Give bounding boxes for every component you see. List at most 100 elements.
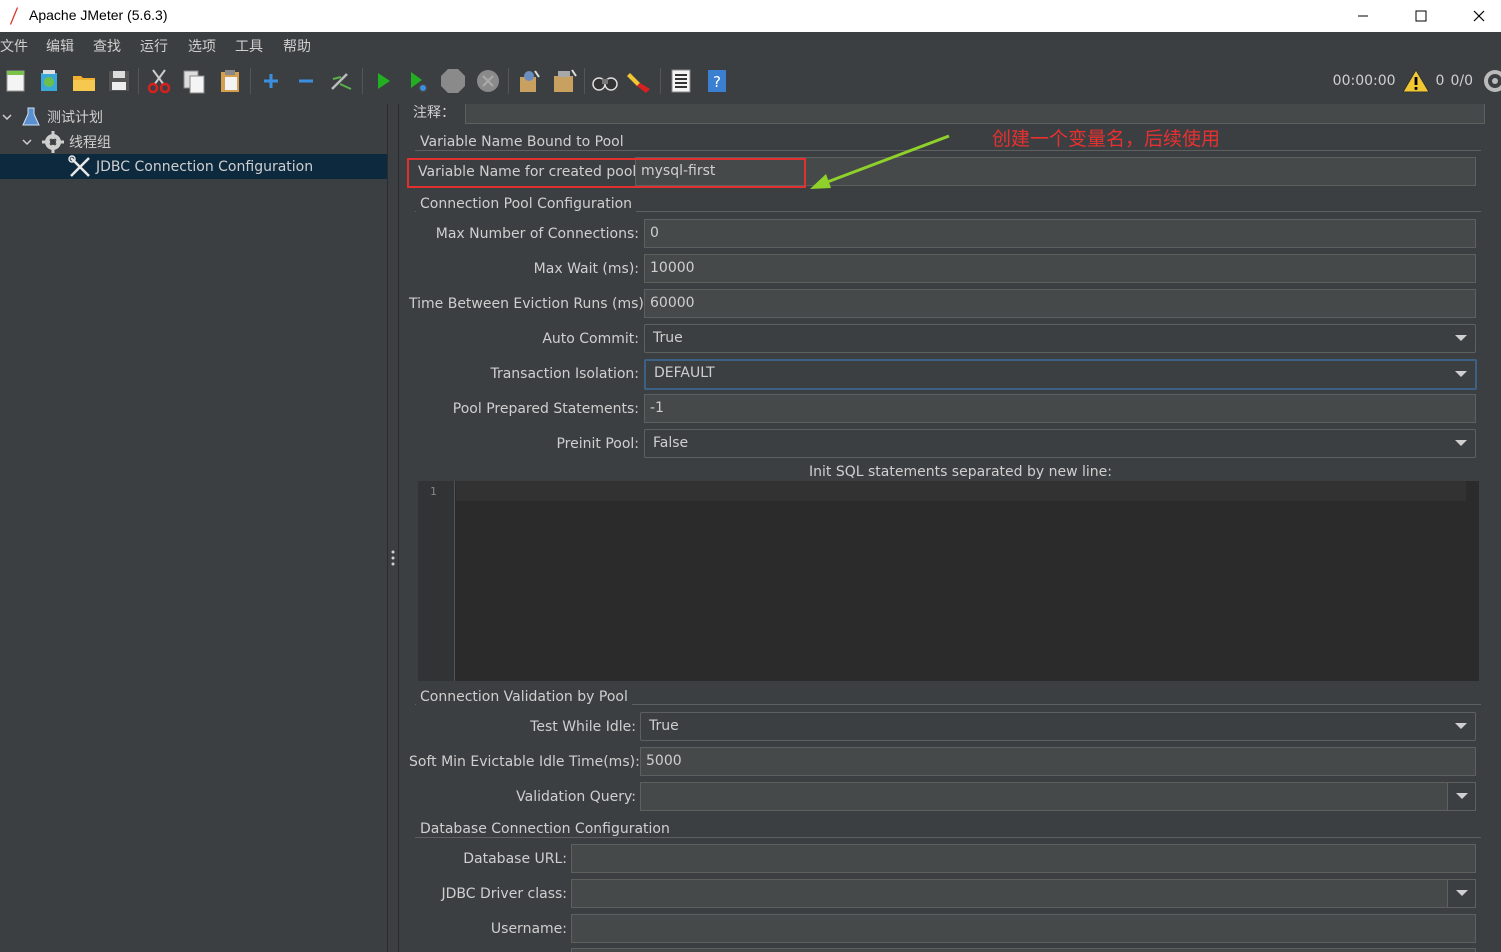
menu-search[interactable]: 查找: [93, 36, 121, 56]
max-connections-input[interactable]: 0: [644, 219, 1476, 248]
conn-pool-section-title: Connection Pool Configuration: [416, 196, 637, 212]
binoculars-icon: [592, 77, 618, 91]
templates-icon: [41, 70, 57, 91]
shutdown-button[interactable]: [474, 67, 502, 95]
plus-icon: [264, 74, 278, 88]
active-threads: 0/0: [1450, 73, 1473, 89]
password-input[interactable]: [571, 948, 1476, 952]
panel-splitter[interactable]: [387, 104, 399, 952]
minimize-button[interactable]: [1334, 0, 1392, 32]
reset-search-button[interactable]: [626, 67, 654, 95]
line-number-gutter: 1: [418, 481, 455, 681]
chevron-down-icon[interactable]: [21, 136, 33, 148]
menu-help[interactable]: 帮助: [283, 36, 311, 56]
save-button[interactable]: [105, 67, 133, 95]
function-helper-button[interactable]: [667, 67, 695, 95]
close-button[interactable]: [1450, 0, 1501, 32]
toggle-button[interactable]: [327, 67, 355, 95]
toolbar: ? 00:00:00 0 0/0: [0, 58, 1501, 104]
toolbar-separator: [660, 68, 661, 94]
play-no-pause-icon: [411, 72, 428, 93]
collapse-all-button[interactable]: [292, 67, 320, 95]
minus-icon: [299, 79, 313, 83]
init-sql-editor[interactable]: 1: [418, 481, 1479, 681]
help-button[interactable]: ?: [703, 67, 731, 95]
clear-all-broom-icon: [554, 69, 577, 92]
elapsed-timer: 00:00:00: [1332, 73, 1396, 89]
chevron-down-icon: [1456, 793, 1468, 799]
comment-label: 注释：: [413, 105, 455, 121]
toggle-wand-icon: [331, 73, 352, 90]
max-wait-input[interactable]: 10000: [644, 254, 1476, 283]
pool-prepared-input[interactable]: -1: [644, 394, 1476, 423]
tree-item-thread-group[interactable]: 线程组: [0, 129, 387, 154]
templates-button[interactable]: [35, 67, 63, 95]
toolbar-separator: [138, 68, 139, 94]
tree-item-jdbc-config[interactable]: JDBC Connection Configuration: [0, 154, 387, 179]
username-input[interactable]: [571, 914, 1476, 943]
transaction-isolation-label: Transaction Isolation:: [490, 366, 639, 382]
section-border: [415, 837, 1481, 838]
preinit-pool-value: False: [653, 435, 689, 451]
menu-file[interactable]: 文件: [0, 36, 28, 56]
jdbc-driver-dropdown-button[interactable]: [1447, 880, 1475, 907]
jdbc-driver-combo[interactable]: [571, 879, 1476, 908]
copy-button[interactable]: [180, 67, 208, 95]
paste-button[interactable]: [216, 67, 244, 95]
toolbar-separator: [362, 68, 363, 94]
tree-item-label: JDBC Connection Configuration: [96, 158, 314, 175]
new-button[interactable]: [2, 67, 30, 95]
auto-commit-label: Auto Commit:: [542, 331, 639, 347]
clear-all-button[interactable]: [550, 67, 578, 95]
preinit-pool-select[interactable]: False: [644, 429, 1476, 458]
tree-item-test-plan[interactable]: 测试计划: [0, 104, 387, 129]
validation-query-combo[interactable]: [640, 782, 1476, 811]
menu-run[interactable]: 运行: [140, 36, 168, 56]
clear-button[interactable]: [515, 67, 543, 95]
db-section-title: Database Connection Configuration: [416, 821, 674, 837]
database-url-input[interactable]: [571, 844, 1476, 873]
cut-button[interactable]: [145, 67, 173, 95]
transaction-isolation-select[interactable]: DEFAULT: [644, 359, 1477, 390]
list-icon: [671, 69, 691, 93]
start-button[interactable]: [369, 67, 397, 95]
flask-icon: [22, 107, 40, 125]
soft-min-idle-input[interactable]: 5000: [640, 747, 1476, 776]
help-book-icon: ?: [708, 70, 726, 92]
validation-query-dropdown-button[interactable]: [1447, 783, 1475, 810]
menu-bar: 文件 编辑 查找 运行 选项 工具 帮助: [0, 32, 1501, 58]
test-plan-tree: 测试计划 线程组 JDBC Connection Configuration: [0, 104, 387, 952]
status-area: 00:00:00 0 0/0: [1333, 68, 1501, 94]
test-while-idle-label: Test While Idle:: [530, 719, 636, 735]
expand-all-button[interactable]: [257, 67, 285, 95]
test-while-idle-select[interactable]: True: [640, 712, 1476, 741]
tree-item-label: 测试计划: [47, 109, 103, 126]
chevron-down-icon[interactable]: [1, 111, 13, 123]
validation-query-label: Validation Query:: [516, 789, 636, 805]
stop-button[interactable]: [439, 67, 467, 95]
username-label: Username:: [490, 921, 567, 937]
transaction-isolation-value: DEFAULT: [654, 365, 715, 381]
auto-commit-select[interactable]: True: [644, 324, 1476, 353]
menu-tools[interactable]: 工具: [235, 36, 263, 56]
max-connections-label: Max Number of Connections:: [435, 226, 639, 242]
copy-icon: [183, 70, 205, 94]
comment-input[interactable]: [465, 104, 1485, 124]
chevron-down-icon: [1455, 723, 1467, 729]
current-line-highlight: [456, 481, 1466, 501]
start-no-pauses-button[interactable]: [404, 67, 432, 95]
menu-options[interactable]: 选项: [188, 36, 216, 56]
jdbc-config-form: 注释： Variable Name Bound to Pool Variable…: [399, 104, 1501, 952]
maximize-button[interactable]: [1392, 0, 1450, 32]
menu-edit[interactable]: 编辑: [46, 36, 74, 56]
search-button[interactable]: [591, 67, 619, 95]
clear-broom-icon: [520, 70, 540, 92]
annotation-text: 创建一个变量名，后续使用: [992, 128, 1221, 150]
open-button[interactable]: [70, 67, 98, 95]
eviction-runs-input[interactable]: 60000: [644, 289, 1476, 318]
chevron-down-icon: [1455, 335, 1467, 341]
wrench-screwdriver-icon: [68, 154, 90, 177]
warning-icon[interactable]: [1401, 68, 1430, 94]
minimize-icon: [1358, 15, 1368, 17]
jdbc-driver-label: JDBC Driver class:: [441, 886, 568, 902]
